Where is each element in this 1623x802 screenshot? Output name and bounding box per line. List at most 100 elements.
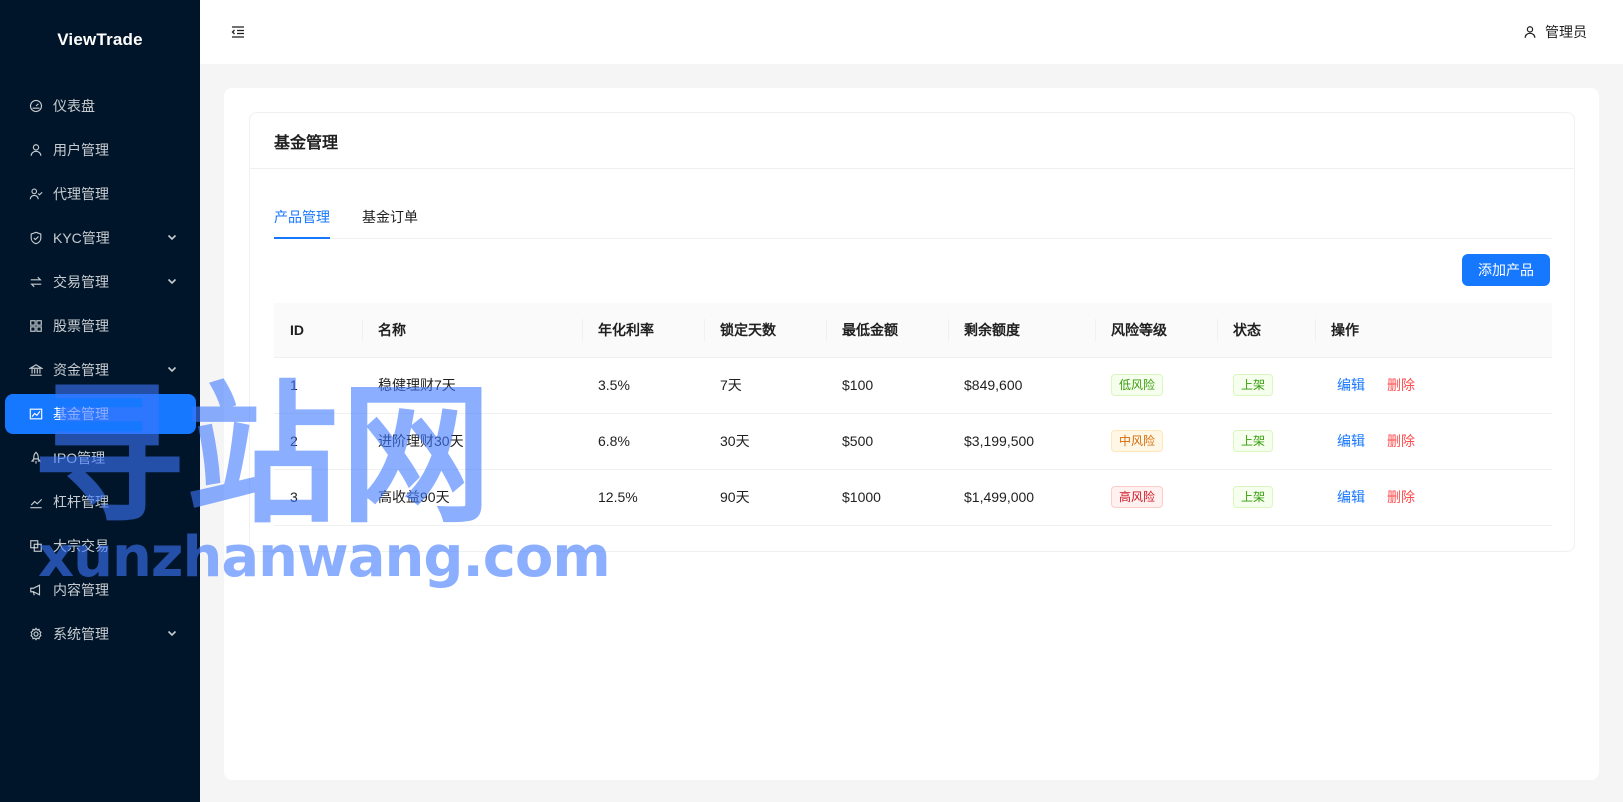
bank-icon	[29, 363, 43, 377]
chevron-down-icon	[167, 366, 177, 373]
sidebar-item-users[interactable]: 用户管理	[5, 130, 196, 170]
fund-card: 基金管理 产品管理 基金订单 添加产品 ID 名称 年化利率 锁定天数 最低金额…	[249, 112, 1575, 552]
user-menu[interactable]: 管理员	[1523, 22, 1587, 42]
column-header: ID	[274, 303, 362, 358]
cell-days: 90天	[704, 469, 826, 526]
sidebar-item-label: IPO管理	[53, 450, 106, 466]
cell-actions: 编辑 删除	[1315, 357, 1552, 414]
sidebar-item-label: 仪表盘	[53, 98, 95, 114]
cell-risk: 中风险	[1095, 413, 1217, 470]
cell-id: 3	[274, 469, 362, 526]
column-header: 年化利率	[582, 303, 704, 358]
cell-id: 1	[274, 357, 362, 414]
status-badge: 上架	[1233, 374, 1274, 396]
sidebar-item-fund-management[interactable]: 基金管理	[5, 394, 196, 434]
cell-remaining: $849,600	[948, 357, 1095, 414]
cell-actions: 编辑 删除	[1315, 469, 1552, 526]
sidebar-item-agents[interactable]: 代理管理	[5, 174, 196, 214]
shield-icon	[29, 231, 43, 245]
notification-icon	[29, 583, 43, 597]
column-header: 锁定天数	[704, 303, 826, 358]
chevron-down-icon	[167, 234, 177, 241]
cell-min: $500	[826, 413, 948, 470]
sidebar-menu: 仪表盘 用户管理 代理管理 KYC管理 交易管理 股票管理 资金管理 基金管理 …	[0, 80, 200, 654]
sidebar-item-funds[interactable]: 资金管理	[5, 350, 196, 390]
edit-link[interactable]: 编辑	[1337, 433, 1365, 449]
cell-name: 稳健理财7天	[362, 357, 582, 414]
agent-icon	[29, 187, 43, 201]
status-badge: 上架	[1233, 486, 1274, 508]
main-content: 基金管理 产品管理 基金订单 添加产品 ID 名称 年化利率 锁定天数 最低金额…	[224, 88, 1599, 780]
status-badge: 上架	[1233, 430, 1274, 452]
cell-id: 2	[274, 413, 362, 470]
cell-min: $100	[826, 357, 948, 414]
cell-status: 上架	[1217, 357, 1315, 414]
delete-link[interactable]: 删除	[1387, 377, 1415, 393]
sidebar-item-label: 大宗交易	[53, 538, 109, 554]
rocket-icon	[29, 451, 43, 465]
sidebar-item-label: 用户管理	[53, 142, 109, 158]
sidebar-item-label: 基金管理	[53, 406, 109, 422]
brand-logo[interactable]: ViewTrade	[0, 0, 200, 80]
user-icon	[1524, 26, 1536, 38]
column-header: 状态	[1217, 303, 1315, 358]
chevron-down-icon	[167, 630, 177, 637]
card-title: 基金管理	[250, 113, 1574, 169]
add-product-button[interactable]: 添加产品	[1462, 254, 1550, 286]
cell-remaining: $3,199,500	[948, 413, 1095, 470]
line-chart-icon	[29, 495, 43, 509]
table-row: 3 高收益90天 12.5% 90天 $1000 $1,499,000 高风险 …	[274, 469, 1552, 526]
tab-fund-orders[interactable]: 基金订单	[362, 207, 418, 238]
cell-name: 进阶理财30天	[362, 413, 582, 470]
edit-link[interactable]: 编辑	[1337, 377, 1365, 393]
cell-status: 上架	[1217, 413, 1315, 470]
cell-risk: 高风险	[1095, 469, 1217, 526]
sidebar-item-content[interactable]: 内容管理	[5, 570, 196, 610]
sidebar-item-label: 系统管理	[53, 626, 109, 642]
dashboard-icon	[29, 99, 43, 113]
column-header: 最低金额	[826, 303, 948, 358]
sidebar-item-stocks[interactable]: 股票管理	[5, 306, 196, 346]
cell-min: $1000	[826, 469, 948, 526]
sidebar-item-label: 股票管理	[53, 318, 109, 334]
sidebar-item-label: 交易管理	[53, 274, 109, 290]
tab-product-management[interactable]: 产品管理	[274, 207, 330, 239]
sidebar-item-dashboard[interactable]: 仪表盘	[5, 86, 196, 126]
menu-fold-icon[interactable]	[230, 24, 246, 40]
cell-name: 高收益90天	[362, 469, 582, 526]
cell-actions: 编辑 删除	[1315, 413, 1552, 470]
stock-chart-icon	[29, 407, 43, 421]
cell-rate: 6.8%	[582, 413, 704, 470]
sidebar-item-label: KYC管理	[53, 230, 110, 246]
cell-days: 30天	[704, 413, 826, 470]
chevron-down-icon	[167, 278, 177, 285]
sidebar-item-block-trade[interactable]: 大宗交易	[5, 526, 196, 566]
tab-bar: 产品管理 基金订单	[274, 207, 1552, 239]
setting-icon	[29, 627, 43, 641]
column-header: 名称	[362, 303, 582, 358]
column-header: 风险等级	[1095, 303, 1217, 358]
cell-remaining: $1,499,000	[948, 469, 1095, 526]
edit-link[interactable]: 编辑	[1337, 489, 1365, 505]
cell-days: 7天	[704, 357, 826, 414]
sidebar-item-ipo[interactable]: IPO管理	[5, 438, 196, 478]
column-header: 操作	[1315, 303, 1552, 358]
user-name: 管理员	[1545, 24, 1587, 40]
user-icon	[29, 143, 43, 157]
column-header: 剩余额度	[948, 303, 1095, 358]
sidebar-item-system[interactable]: 系统管理	[5, 614, 196, 654]
sidebar-item-trading[interactable]: 交易管理	[5, 262, 196, 302]
cell-rate: 12.5%	[582, 469, 704, 526]
sidebar-item-kyc[interactable]: KYC管理	[5, 218, 196, 258]
table-header-row: ID 名称 年化利率 锁定天数 最低金额 剩余额度 风险等级 状态 操作	[274, 303, 1552, 358]
cell-status: 上架	[1217, 469, 1315, 526]
product-table: ID 名称 年化利率 锁定天数 最低金额 剩余额度 风险等级 状态 操作 1 稳…	[274, 303, 1552, 526]
sidebar-item-leverage[interactable]: 杠杆管理	[5, 482, 196, 522]
sidebar-item-label: 内容管理	[53, 582, 109, 598]
risk-badge: 中风险	[1111, 430, 1164, 452]
cell-risk: 低风险	[1095, 357, 1217, 414]
delete-link[interactable]: 删除	[1387, 433, 1415, 449]
risk-badge: 高风险	[1111, 486, 1164, 508]
delete-link[interactable]: 删除	[1387, 489, 1415, 505]
swap-icon	[29, 275, 43, 289]
